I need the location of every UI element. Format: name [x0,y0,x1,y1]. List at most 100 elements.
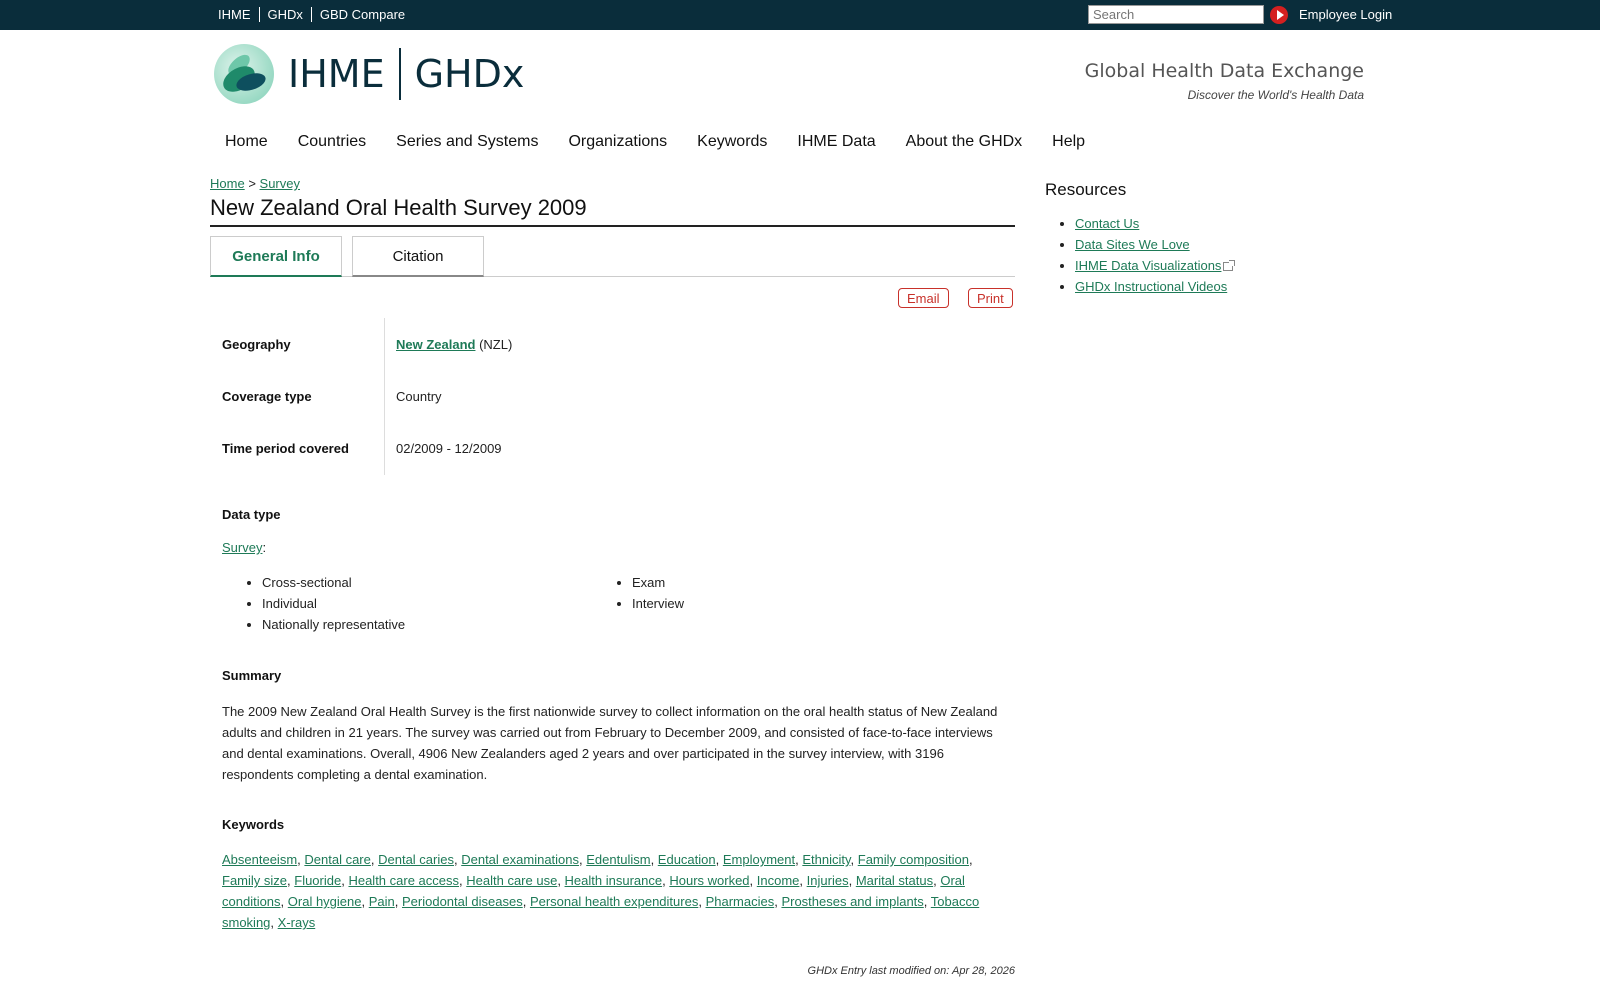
keyword-link[interactable]: Employment [723,852,795,867]
keyword-link[interactable]: Dental care [304,852,370,867]
keyword-link[interactable]: Prostheses and implants [781,894,923,909]
top-link-gbd-compare[interactable]: GBD Compare [310,7,413,22]
tab-bar: General Info Citation [210,236,1015,277]
period-value: 02/2009 - 12/2009 [396,440,502,456]
geography-link[interactable]: New Zealand [396,337,475,352]
coverage-row: Coverage type Country [222,370,1012,422]
keyword-link[interactable]: Marital status [856,873,933,888]
keyword-link[interactable]: Family size [222,873,287,888]
period-row: Time period covered 02/2009 - 12/2009 [222,422,1012,474]
nav-about[interactable]: About the GHDx [906,133,1023,151]
geography-label: Geography [222,336,291,352]
geography-row: Geography New Zealand (NZL) [222,318,1012,370]
resources-list: Contact Us Data Sites We Love IHME Data … [1057,213,1236,297]
tab-general-info[interactable]: General Info [210,236,342,277]
nav-organizations[interactable]: Organizations [568,133,667,151]
top-link-ihme[interactable]: IHME [218,7,259,22]
list-item: Interview [632,593,684,614]
period-label: Time period covered [222,440,349,456]
data-sites-link[interactable]: Data Sites We Love [1075,237,1190,252]
summary-label: Summary [222,668,282,683]
breadcrumb-home[interactable]: Home [210,176,245,191]
breadcrumb-survey[interactable]: Survey [260,176,300,191]
email-button[interactable]: Email [898,288,949,308]
nav-ihme-data[interactable]: IHME Data [797,133,875,151]
data-type-label: Data type [222,507,281,522]
page-title: New Zealand Oral Health Survey 2009 [210,195,1015,227]
info-table: Geography New Zealand (NZL) Coverage typ… [222,318,1012,475]
top-bar: IHME GHDx GBD Compare Employee Login [0,0,1600,30]
nav-countries[interactable]: Countries [298,133,366,151]
keyword-link[interactable]: Family composition [858,852,969,867]
resource-item: Data Sites We Love [1075,234,1233,255]
keyword-link[interactable]: Education [658,852,716,867]
breadcrumb-separator: > [248,176,256,191]
keyword-link[interactable]: Edentulism [586,852,650,867]
keyword-link[interactable]: Health insurance [565,873,663,888]
keyword-link[interactable]: Injuries [807,873,849,888]
geography-code: (NZL) [479,336,513,352]
resource-item: IHME Data Visualizations [1075,255,1236,276]
keyword-link[interactable]: Ethnicity [802,852,850,867]
resources-title: Resources [1045,180,1127,199]
keyword-link[interactable]: Income [757,873,800,888]
keyword-link[interactable]: Oral hygiene [288,894,362,909]
top-links: IHME GHDx GBD Compare [218,7,413,22]
top-link-ghdx[interactable]: GHDx [258,7,311,22]
instructional-videos-link[interactable]: GHDx Instructional Videos [1075,279,1227,294]
external-link-icon [1223,260,1236,272]
list-item: Individual [262,593,405,614]
nav-keywords[interactable]: Keywords [697,133,767,151]
keyword-link[interactable]: Pharmacies [706,894,775,909]
print-button[interactable]: Print [968,288,1013,308]
nav-series-and-systems[interactable]: Series and Systems [396,133,538,151]
data-type-colon: : [262,540,267,555]
data-type-list-1: Cross-sectional Individual Nationally re… [244,572,405,635]
tagline-subtitle: Discover the World's Health Data [1187,88,1364,102]
geography-value: New Zealand (NZL) [384,337,512,352]
resource-item: GHDx Instructional Videos [1075,276,1233,297]
main-nav: Home Countries Series and Systems Organi… [225,133,1115,151]
coverage-value: Country [396,388,442,404]
keywords-label: Keywords [222,817,285,832]
nav-help[interactable]: Help [1052,133,1085,151]
keyword-link[interactable]: Fluoride [294,873,341,888]
info-divider [384,318,385,475]
breadcrumb: Home > Survey [210,176,300,191]
keyword-link[interactable]: Hours worked [669,873,749,888]
resource-item: Contact Us [1075,213,1233,234]
site-tagline: Global Health Data Exchange Discover the… [1085,60,1364,102]
list-item: Exam [632,572,684,593]
summary-text: The 2009 New Zealand Oral Health Survey … [222,704,998,782]
brand-ihme: IHME [288,52,385,96]
keyword-link[interactable]: Dental caries [378,852,454,867]
site-brand[interactable]: IHME GHDx [288,48,524,100]
search-input[interactable] [1088,5,1264,24]
keyword-link[interactable]: Periodontal diseases [402,894,523,909]
keyword-link[interactable]: Health care use [466,873,557,888]
tagline-title: Global Health Data Exchange [1084,60,1364,82]
keyword-link[interactable]: Health care access [348,873,459,888]
search-submit-icon[interactable] [1270,6,1288,24]
brand-divider [398,48,401,100]
last-modified: GHDx Entry last modified on: Apr 28, 202… [807,965,1015,977]
ihme-visualizations-link[interactable]: IHME Data Visualizations [1075,258,1221,273]
contact-us-link[interactable]: Contact Us [1075,216,1139,231]
brand-ghdx: GHDx [414,52,525,96]
keyword-link[interactable]: Pain [369,894,395,909]
keywords-list: Absenteeism, Dental care, Dental caries,… [222,852,980,930]
list-item: Cross-sectional [262,572,405,593]
keyword-link[interactable]: Dental examinations [461,852,579,867]
data-type-value: Survey: [222,540,266,555]
coverage-label: Coverage type [222,388,312,404]
ihme-logo-icon[interactable] [214,44,274,104]
tab-citation[interactable]: Citation [352,236,484,277]
data-type-survey-link[interactable]: Survey [222,540,262,555]
keyword-link[interactable]: Absenteeism [222,852,297,867]
list-item: Nationally representative [262,614,405,635]
employee-login-link[interactable]: Employee Login [1299,7,1392,22]
keyword-link[interactable]: Personal health expenditures [530,894,698,909]
data-type-list-2: Exam Interview [614,572,684,614]
nav-home[interactable]: Home [225,133,268,151]
keyword-link[interactable]: X-rays [278,915,316,930]
